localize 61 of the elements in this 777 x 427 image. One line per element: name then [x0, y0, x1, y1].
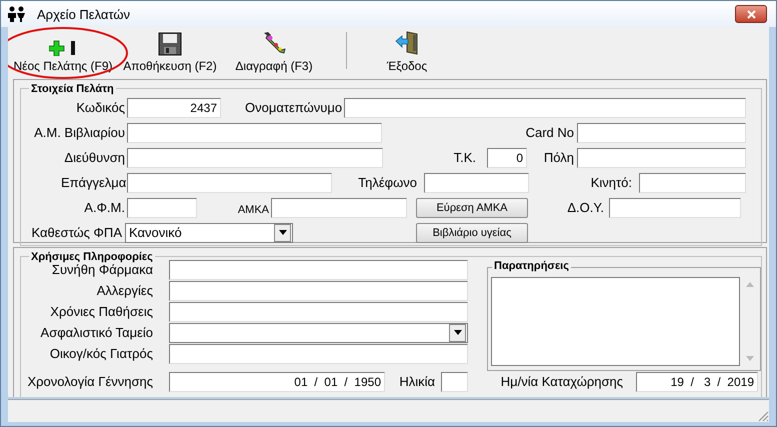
input-field[interactable] — [127, 148, 383, 168]
field-label: Χρονολογία Γέννησης — [26, 374, 153, 389]
exit-door-icon — [394, 30, 420, 56]
dropdown[interactable]: Κανονικό — [125, 222, 293, 242]
input-field[interactable] — [169, 302, 468, 322]
input-field[interactable] — [577, 148, 746, 168]
window-title: Αρχείο Πελατών — [37, 6, 132, 22]
input-field[interactable]: 01 / 01 / 1950 — [169, 372, 385, 392]
field-label: Αλλεργίες — [96, 283, 153, 298]
close-icon — [746, 10, 756, 18]
input-field[interactable] — [169, 260, 468, 280]
field-label: Κινητό: — [590, 175, 632, 190]
field-label: Οικογ/κός Γιατρός — [48, 346, 153, 361]
input-field[interactable] — [424, 172, 529, 192]
input-field[interactable] — [609, 198, 741, 218]
input-field[interactable] — [639, 172, 746, 192]
field-label: Διεύθυνση — [63, 150, 125, 165]
field-label: Α.Μ. Βιβλιαρίου — [33, 125, 125, 140]
group-title: Χρήσιμες Πληροφορίες — [29, 251, 155, 263]
toolbar-button[interactable]: Διαγραφή (F3) — [222, 27, 326, 77]
input-field[interactable]: 19 / 3 / 2019 — [636, 372, 758, 392]
input-field[interactable] — [271, 198, 407, 218]
input-field[interactable] — [169, 280, 468, 300]
input-field[interactable] — [441, 372, 468, 392]
field-label: Πόλη — [542, 150, 574, 165]
field-label: Κωδικός — [75, 100, 125, 115]
field-label: Επάγγελμα — [61, 175, 125, 190]
field-label: Συνήθη Φάρμακα — [52, 262, 153, 277]
field-label: Τηλέφωνο — [357, 175, 417, 190]
input-field[interactable] — [169, 344, 468, 364]
field-label: Ηλικία — [398, 374, 435, 389]
dropdown[interactable] — [169, 322, 468, 342]
group-title: Στοιχεία Πελάτη — [29, 83, 116, 95]
field-label: ΑΜΚΑ — [236, 202, 269, 216]
toolbar-button[interactable]: Έξοδος — [367, 27, 447, 77]
caret-icon — [449, 324, 466, 342]
action-button[interactable]: Βιβλιάριο υγείας — [416, 222, 528, 242]
input-field[interactable] — [577, 122, 746, 142]
field-label: Ονοματεπώνυμο — [245, 100, 342, 115]
people-icon — [7, 6, 27, 22]
field-label: Καθεστώς ΦΠΑ — [30, 225, 122, 240]
input-field[interactable]: 0 — [487, 148, 527, 168]
toolbar-button[interactable]: Αποθήκευση (F2) — [118, 27, 222, 77]
field-label: Α.Φ.Μ. — [83, 200, 125, 215]
field-label: Τ.Κ. — [452, 150, 476, 165]
input-field[interactable] — [127, 172, 332, 192]
group-title: Παρατηρήσεις — [492, 260, 571, 272]
input-field[interactable]: 2437 — [127, 98, 221, 118]
field-label: Δ.Ο.Υ. — [566, 200, 604, 215]
field-label: Ασφαλιστικό Ταμείο — [40, 325, 153, 340]
field-label: Ημ/νία Καταχώρησης — [500, 374, 623, 389]
close-button[interactable] — [735, 5, 767, 23]
caret-icon — [274, 224, 291, 242]
action-button[interactable]: Εύρεση ΑΜΚΑ — [416, 198, 528, 218]
field-label: Χρόνιες Παθήσεις — [49, 304, 153, 319]
input-field[interactable] — [127, 198, 197, 218]
remarks-field[interactable] — [491, 277, 740, 366]
field-label: Card No — [524, 125, 574, 140]
input-field[interactable] — [344, 98, 746, 118]
input-field[interactable] — [127, 122, 382, 142]
add-icon — [49, 40, 77, 56]
